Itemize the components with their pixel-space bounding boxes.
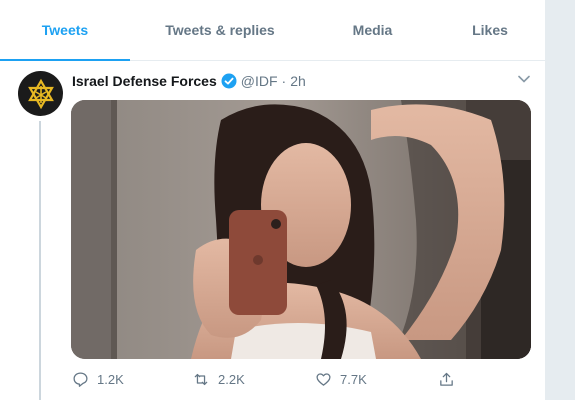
tab-tweets-label: Tweets — [41, 22, 89, 38]
reply-count: 1.2K — [97, 371, 124, 387]
reply-icon — [73, 371, 88, 387]
meta-separator: · — [281, 73, 287, 89]
active-tab-indicator — [0, 59, 130, 61]
retweet-count: 2.2K — [218, 371, 245, 387]
tab-likes-label: Likes — [472, 22, 508, 38]
tweet-actions: 1.2K 2.2K 7.7K — [72, 368, 472, 390]
profile-tabs: Tweets Tweets & replies Media Likes — [0, 0, 545, 61]
idf-emblem-icon — [27, 78, 54, 109]
author-avatar[interactable] — [18, 71, 63, 116]
heart-icon — [316, 372, 331, 386]
profile-timeline-panel: Tweets Tweets & replies Media Likes Isra… — [0, 0, 546, 400]
tab-tweets-and-replies-label: Tweets & replies — [165, 22, 275, 38]
reply-button[interactable]: 1.2K — [72, 368, 124, 390]
tab-tweets[interactable]: Tweets — [0, 0, 130, 61]
retweet-button[interactable]: 2.2K — [192, 368, 245, 390]
tab-media-label: Media — [352, 22, 393, 38]
like-count: 7.7K — [340, 371, 367, 387]
like-button[interactable]: 7.7K — [315, 368, 367, 390]
chevron-down-icon — [518, 75, 530, 83]
share-button[interactable] — [438, 368, 463, 390]
tweet-time[interactable]: 2h — [290, 73, 306, 89]
tweet-header: Israel Defense Forces @IDF · 2h — [72, 71, 306, 91]
tab-likes[interactable]: Likes — [435, 0, 545, 60]
tweet-media-photo[interactable] — [71, 100, 531, 359]
retweet-icon — [194, 373, 208, 385]
share-icon — [440, 372, 453, 386]
thread-line — [39, 121, 41, 400]
tab-tweets-and-replies[interactable]: Tweets & replies — [130, 0, 310, 60]
verified-badge-icon — [221, 73, 237, 89]
mirror-selfie-photo — [71, 100, 531, 359]
author-name[interactable]: Israel Defense Forces — [72, 73, 217, 89]
author-handle[interactable]: @IDF — [241, 73, 278, 89]
tab-media[interactable]: Media — [310, 0, 435, 60]
tweet-menu-button[interactable] — [514, 70, 534, 88]
